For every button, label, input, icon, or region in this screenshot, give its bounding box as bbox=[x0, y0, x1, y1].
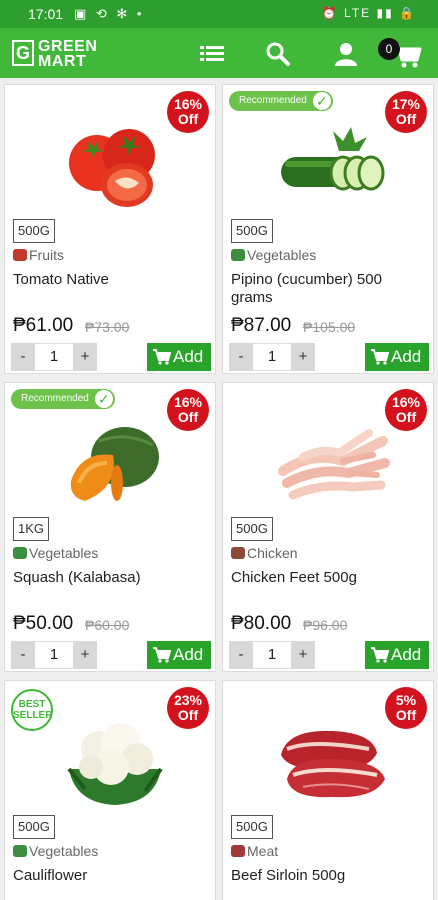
original-price: ₱105.00 bbox=[303, 319, 356, 335]
quantity-value[interactable]: 1 bbox=[253, 641, 291, 669]
quantity-value[interactable]: 1 bbox=[35, 343, 73, 371]
weight-tag: 500G bbox=[231, 219, 273, 243]
vegetables-icon bbox=[13, 547, 27, 559]
logo-text-line2: MART bbox=[38, 53, 87, 70]
product-name: Tomato Native bbox=[13, 271, 109, 288]
increase-qty-button[interactable]: + bbox=[291, 343, 315, 371]
meat-icon bbox=[231, 845, 245, 857]
quantity-value[interactable]: 1 bbox=[35, 641, 73, 669]
add-to-cart-button[interactable]: Add bbox=[147, 343, 211, 371]
product-card[interactable]: Recommended ✓ 16% Off 1KG Vegetables Squas… bbox=[4, 382, 216, 672]
decrease-qty-button[interactable]: - bbox=[11, 343, 35, 371]
category-label: Chicken bbox=[231, 545, 298, 561]
weight-tag: 1KG bbox=[13, 517, 50, 541]
add-to-cart-button[interactable]: Add bbox=[147, 641, 211, 669]
discount-badge: 17% Off bbox=[385, 91, 430, 133]
fruits-icon bbox=[13, 249, 27, 261]
decrease-qty-button[interactable]: - bbox=[229, 641, 253, 669]
weight-tag: 500G bbox=[231, 815, 273, 839]
original-price: ₱73.00 bbox=[85, 319, 130, 335]
product-name: Pipino (cucumber) 500 grams bbox=[231, 271, 382, 306]
discount-badge: 16% Off bbox=[167, 91, 212, 133]
decrease-qty-button[interactable]: - bbox=[11, 641, 35, 669]
category-label: Vegetables bbox=[13, 545, 98, 561]
squash-product-image bbox=[70, 427, 159, 501]
discount-badge: 16% Off bbox=[385, 389, 430, 431]
product-name: Beef Sirloin 500g bbox=[231, 867, 346, 884]
category-label: Meat bbox=[231, 843, 278, 859]
cart-icon bbox=[153, 349, 171, 365]
cart-icon bbox=[371, 349, 389, 365]
product-card[interactable]: 16% Off 500G Fruits Tomato Native ₱61.00 … bbox=[4, 84, 216, 374]
quantity-stepper: - 1 + bbox=[229, 343, 315, 371]
status-time: 17:01 bbox=[28, 6, 64, 22]
product-name: Chicken Feet 500g bbox=[231, 569, 357, 586]
status-bar: 17:01 ▣ ⟲ ✻ • ⏰ LTE ▮▮ 🔒 bbox=[0, 0, 438, 28]
cucumber-product-image bbox=[281, 127, 385, 191]
increase-qty-button[interactable]: + bbox=[73, 641, 97, 669]
category-label: Vegetables bbox=[13, 843, 98, 859]
search-icon[interactable] bbox=[264, 40, 292, 68]
recommended-badge: Recommended ✓ bbox=[11, 389, 115, 409]
weight-tag: 500G bbox=[231, 517, 273, 541]
beef-sirloin-product-image bbox=[281, 730, 385, 798]
vegetables-icon bbox=[13, 845, 27, 857]
category-label: Fruits bbox=[13, 247, 64, 263]
increase-qty-button[interactable]: + bbox=[291, 641, 315, 669]
menu-list-icon[interactable] bbox=[198, 40, 226, 68]
category-label: Vegetables bbox=[231, 247, 316, 263]
discount-badge: 16% Off bbox=[167, 389, 212, 431]
add-to-cart-button[interactable]: Add bbox=[365, 641, 429, 669]
product-name: Cauliflower bbox=[13, 867, 88, 884]
tomato-product-image bbox=[69, 129, 155, 207]
discount-badge: 23% Off bbox=[167, 687, 212, 729]
weight-tag: 500G bbox=[13, 219, 55, 243]
product-price: ₱87.00 bbox=[231, 315, 292, 336]
chicken-feet-product-image bbox=[278, 429, 390, 500]
product-card[interactable]: Recommended ✓ 17% Off 500G Vegetables Pipi… bbox=[222, 84, 434, 374]
quantity-value[interactable]: 1 bbox=[253, 343, 291, 371]
cart-count-badge: 0 bbox=[378, 38, 400, 60]
cart-icon bbox=[153, 647, 171, 663]
weight-tag: 500G bbox=[13, 815, 55, 839]
original-price: ₱60.00 bbox=[85, 617, 130, 633]
cauliflower-product-image bbox=[67, 723, 163, 805]
chicken-icon bbox=[231, 547, 245, 559]
product-price: ₱80.00 bbox=[231, 613, 292, 634]
product-card[interactable]: 16% Off 500G Chicken Chicken Feet 500g ₱8… bbox=[222, 382, 434, 672]
check-icon: ✓ bbox=[94, 390, 113, 408]
cart-icon bbox=[371, 647, 389, 663]
product-card[interactable]: BEST SELLER 23% Off 500G Vegetables Caulif… bbox=[4, 680, 216, 900]
add-to-cart-button[interactable]: Add bbox=[365, 343, 429, 371]
green-mart-logo[interactable]: G GREEN MART bbox=[12, 38, 98, 70]
quantity-stepper: - 1 + bbox=[11, 343, 97, 371]
check-icon: ✓ bbox=[312, 92, 331, 110]
status-notification-icons: ▣ ⟲ ✻ • bbox=[74, 6, 145, 21]
logo-mark: G bbox=[12, 40, 34, 66]
app-header: G GREEN MART 0 bbox=[0, 28, 438, 78]
user-account-icon[interactable] bbox=[332, 40, 360, 68]
recommended-badge: Recommended ✓ bbox=[229, 91, 333, 111]
quantity-stepper: - 1 + bbox=[229, 641, 315, 669]
increase-qty-button[interactable]: + bbox=[73, 343, 97, 371]
quantity-stepper: - 1 + bbox=[11, 641, 97, 669]
cart-button[interactable]: 0 bbox=[378, 38, 426, 70]
discount-badge: 5% Off bbox=[385, 687, 430, 729]
product-price: ₱50.00 bbox=[13, 613, 74, 634]
status-system-icons: ⏰ LTE ▮▮ 🔒 bbox=[321, 6, 416, 20]
decrease-qty-button[interactable]: - bbox=[229, 343, 253, 371]
vegetables-icon bbox=[231, 249, 245, 261]
original-price: ₱96.00 bbox=[303, 617, 348, 633]
product-name: Squash (Kalabasa) bbox=[13, 569, 141, 586]
product-card[interactable]: 5% Off 500G Meat Beef Sirloin 500g bbox=[222, 680, 434, 900]
product-price: ₱61.00 bbox=[13, 315, 74, 336]
best-seller-badge: BEST SELLER bbox=[11, 689, 53, 731]
